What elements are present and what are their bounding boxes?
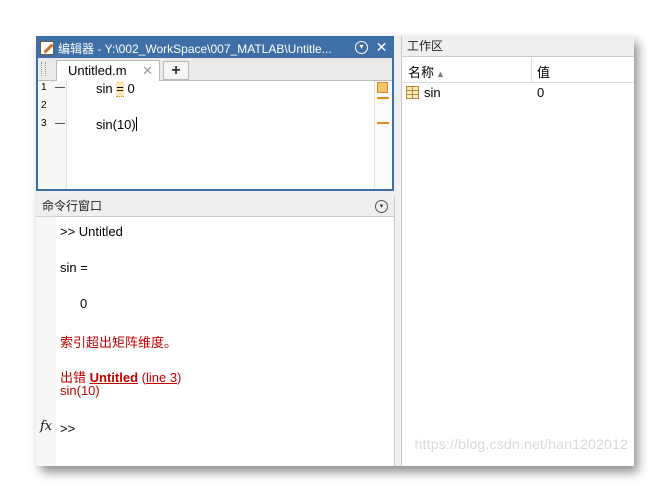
cmd-value-line: 0 — [80, 296, 88, 311]
code-line-3: sin(10) — [96, 117, 137, 132]
column-header-value[interactable]: 值 — [537, 62, 550, 81]
workspace-panel: 工作区 名称 ▲ 值 sin 0 https://blog.csdn.net/ha… — [401, 36, 634, 466]
tab-label: Untitled.m — [68, 63, 127, 78]
line-number: 2 — [41, 100, 47, 111]
column-divider[interactable] — [531, 58, 532, 82]
workspace-variable-row[interactable]: sin 0 — [402, 84, 634, 102]
line-number-gutter: 1 — 2 3 — — [38, 81, 67, 189]
gutter-line-2: 2 — [41, 100, 65, 118]
watermark-text: https://blog.csdn.net/han1202012 — [414, 436, 628, 452]
editor-pencil-icon — [40, 41, 54, 55]
warning-highlight: = — [116, 81, 124, 97]
line-number: 3 — [41, 118, 47, 129]
line-number: 1 — [41, 82, 47, 93]
breakpoint-marker[interactable]: — — [55, 82, 65, 93]
editor-close-icon[interactable]: ✕ — [375, 40, 388, 54]
editor-options-dropdown-icon[interactable]: ▾ — [355, 41, 368, 54]
gutter-line-3: 3 — — [41, 118, 65, 136]
variable-value: 0 — [537, 85, 545, 100]
code-analyzer-bar[interactable] — [374, 81, 392, 189]
cmd-error-code: sin(10) — [60, 383, 100, 398]
editor-title-bar: 编辑器 - Y:\002_WorkSpace\007_MATLAB\Untitl… — [38, 38, 392, 58]
tab-untitled-m[interactable]: Untitled.m ✕ — [56, 60, 160, 81]
workspace-header: 工作区 — [402, 36, 634, 57]
tab-grip-handle[interactable] — [41, 62, 46, 76]
error-line-link[interactable]: line 3 — [146, 370, 177, 385]
cmd-prompt[interactable]: >> — [60, 421, 75, 436]
editor-panel: 编辑器 - Y:\002_WorkSpace\007_MATLAB\Untitl… — [36, 36, 394, 191]
code-text[interactable]: sin = 0 sin(10) — [67, 81, 374, 189]
function-browser-fx-icon[interactable]: fx — [40, 419, 52, 434]
matrix-grid-icon — [406, 86, 419, 99]
tab-close-icon[interactable]: ✕ — [142, 61, 153, 81]
editor-title: 编辑器 - Y:\002_WorkSpace\007_MATLAB\Untitl… — [58, 41, 332, 56]
warning-mark-line-3[interactable] — [377, 122, 389, 124]
code-line-1: sin = 0 — [96, 81, 135, 97]
column-header-name[interactable]: 名称 ▲ — [408, 62, 445, 81]
gutter-line-1: 1 — — [41, 82, 65, 100]
cmd-error-message: 索引超出矩阵维度。 — [60, 335, 178, 350]
workspace-title: 工作区 — [407, 39, 444, 53]
editor-tab-strip: Untitled.m ✕ + — [38, 58, 392, 81]
text-caret — [135, 117, 137, 131]
new-tab-button[interactable]: + — [163, 61, 189, 80]
warning-mark-line-1[interactable] — [377, 97, 389, 99]
breakpoint-marker[interactable]: — — [55, 118, 65, 129]
variable-name: sin — [424, 85, 441, 100]
cmd-run-line: >> Untitled — [60, 224, 123, 239]
command-window-header: 命令行窗口 ▾ — [36, 196, 394, 217]
matlab-window: 编辑器 - Y:\002_WorkSpace\007_MATLAB\Untitl… — [36, 36, 634, 466]
command-window-panel: 命令行窗口 ▾ >> Untitled sin = 0 索引超出矩阵维度。 出错… — [36, 196, 395, 466]
command-window-options-icon[interactable]: ▾ — [375, 200, 388, 213]
sort-ascending-icon: ▲ — [436, 69, 445, 79]
command-output[interactable]: >> Untitled sin = 0 索引超出矩阵维度。 出错 Untitle… — [60, 217, 394, 466]
code-area[interactable]: 1 — 2 3 — sin = 0 sin(10) — [38, 81, 392, 189]
cmd-var-line: sin = — [60, 260, 88, 275]
warning-indicator-icon[interactable] — [377, 82, 388, 93]
command-window-title: 命令行窗口 — [42, 199, 103, 213]
workspace-column-headers: 名称 ▲ 值 — [402, 58, 634, 83]
